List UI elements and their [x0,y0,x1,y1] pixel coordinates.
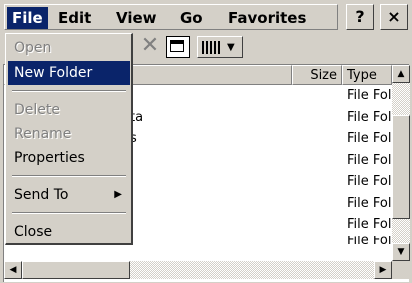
menu-bar-frame: File Edit View Go Favorites [4,4,338,30]
item-type: File Fol [347,196,391,211]
item-type: File Fol [347,174,391,189]
menu-favorites[interactable]: Favorites [223,7,311,29]
delete-icon[interactable]: ✕ [138,35,162,58]
scroll-right-icon[interactable]: ▶ [374,261,392,279]
item-type: File Fol [347,153,391,168]
item-type: File Fol [347,131,391,146]
submenu-arrow-icon: ▶ [114,189,122,200]
menu-item-send-to[interactable]: Send To ▶ [8,183,130,207]
menu-edit[interactable]: Edit [53,7,96,29]
vertical-scrollbar[interactable]: ▲ ▼ [392,65,410,261]
column-type[interactable]: Type [342,65,392,85]
horizontal-scroll-thumb[interactable] [22,261,130,279]
scrollbar-corner [392,261,410,279]
vertical-scroll-thumb[interactable] [392,115,410,219]
menu-go[interactable]: Go [175,7,208,29]
menu-separator [12,90,126,92]
menu-separator [12,175,126,177]
scroll-down-icon[interactable]: ▼ [392,243,410,261]
properties-icon[interactable] [166,36,190,58]
menu-item-send-to-label: Send To [14,187,69,203]
menu-separator [12,212,126,214]
file-menu-dropdown: Open New Folder Delete Rename Properties… [5,33,133,245]
menu-item-open[interactable]: Open [8,36,130,60]
list-view-icon [202,41,220,54]
item-type: File Fol [347,110,391,125]
menu-item-rename[interactable]: Rename [8,122,130,146]
close-button[interactable]: × [380,4,408,30]
item-type: File Fol [347,217,391,232]
horizontal-scrollbar[interactable]: ◀ ▶ [4,261,392,279]
chevron-down-icon: ▼ [227,42,235,53]
menu-view[interactable]: View [111,7,162,29]
menu-item-delete[interactable]: Delete [8,98,130,122]
column-size[interactable]: Size [292,65,342,85]
item-type: File Fol [347,88,391,103]
scroll-left-icon[interactable]: ◀ [4,261,22,279]
menu-bar: File Edit View Go Favorites ? × [0,0,412,34]
menu-file[interactable]: File [7,7,48,29]
item-type: File Fol [347,236,391,248]
menu-item-properties[interactable]: Properties [8,146,130,170]
scroll-up-icon[interactable]: ▲ [392,65,410,83]
menu-item-new-folder[interactable]: New Folder [8,61,130,85]
help-button[interactable]: ? [346,4,374,30]
views-button[interactable]: ▼ [197,36,243,58]
menu-item-close[interactable]: Close [8,220,130,244]
